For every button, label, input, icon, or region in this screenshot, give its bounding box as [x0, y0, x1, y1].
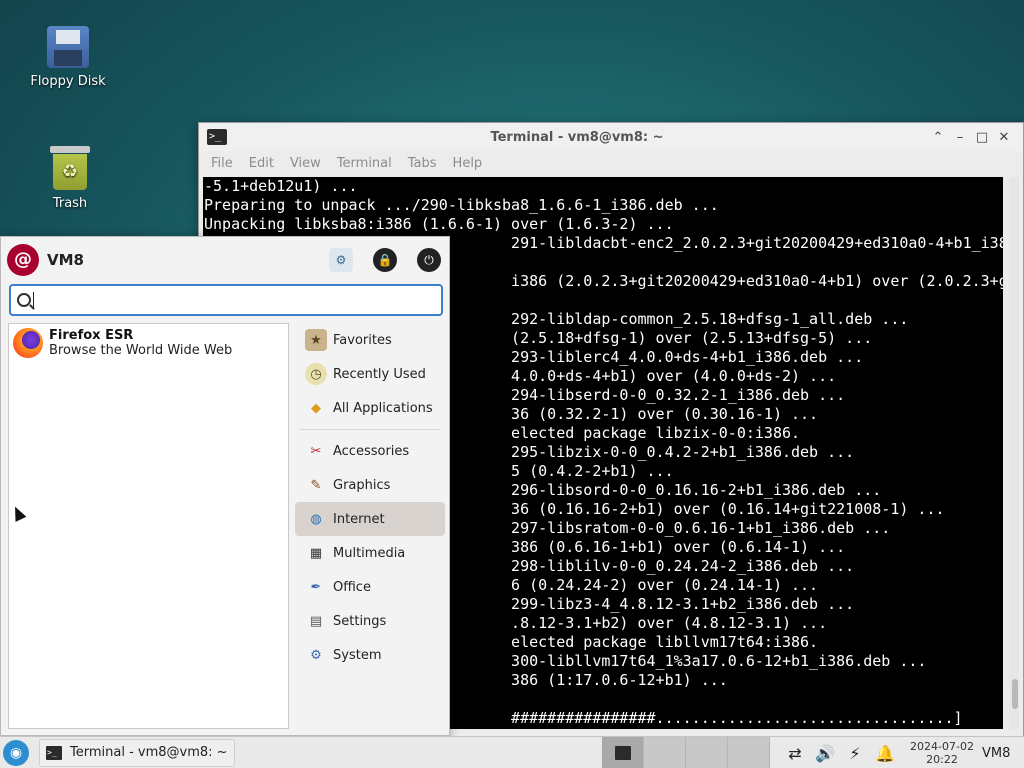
volume-icon[interactable]: 🔊 — [810, 744, 840, 763]
category-internet[interactable]: ◍ Internet — [295, 502, 445, 536]
accessories-icon: ✂ — [310, 443, 322, 459]
category-graphics[interactable]: ✎ Graphics — [295, 468, 445, 502]
category-all-applications[interactable]: ◆ All Applications — [295, 391, 445, 425]
text-caret — [33, 292, 34, 308]
application-menu: @ VM8 ⚙ 🔒 ⏻ Firefox ESR Browse the World… — [0, 236, 450, 736]
terminal-app-icon: >_ — [207, 129, 227, 145]
category-office[interactable]: ✒ Office — [295, 570, 445, 604]
internet-icon: ◍ — [310, 511, 322, 527]
settings-icon: ▤ — [309, 613, 323, 629]
category-label: Internet — [333, 511, 385, 527]
workspace-3[interactable] — [686, 737, 728, 768]
category-label: Graphics — [333, 477, 391, 493]
app-name: Firefox ESR — [49, 328, 134, 343]
close-button[interactable]: ✕ — [993, 130, 1015, 145]
workspace-4[interactable] — [728, 737, 770, 768]
system-tray: ⇄ 🔊 ⚡ 🔔 2024-07-02 20:22 VM8 — [780, 737, 1010, 768]
search-icon — [17, 293, 31, 307]
results-list: Firefox ESR Browse the World Wide Web — [8, 323, 289, 729]
category-label: Office — [333, 579, 371, 595]
category-recently-used[interactable]: ◷ Recently Used — [295, 357, 445, 391]
desktop-icon-floppy-disk[interactable]: Floppy Disk — [18, 26, 118, 89]
settings-manager-icon[interactable]: ⚙ — [329, 248, 353, 272]
taskbar-window-button[interactable]: >_ Terminal - vm8@vm8: ~ — [39, 738, 235, 767]
username: VM8 — [47, 251, 84, 269]
category-label: Favorites — [333, 332, 392, 348]
app-description: Browse the World Wide Web — [49, 343, 233, 358]
graphics-icon: ✎ — [310, 477, 322, 493]
office-icon: ✒ — [310, 579, 322, 595]
multimedia-icon: ▦ — [309, 545, 323, 561]
category-system[interactable]: ⚙ System — [295, 638, 445, 672]
log-out-icon[interactable]: ⏻ — [417, 248, 441, 272]
maximize-button[interactable]: □ — [971, 130, 993, 145]
desktop-icon-label: Floppy Disk — [30, 74, 106, 89]
category-list: ★ Favorites ◷ Recently Used ◆ All Applic… — [295, 323, 445, 672]
category-label: System — [333, 647, 382, 663]
menu-tabs[interactable]: Tabs — [400, 156, 445, 171]
search-input[interactable] — [44, 292, 424, 308]
category-label: Multimedia — [333, 545, 406, 561]
favorites-icon: ★ — [305, 329, 327, 351]
category-accessories[interactable]: ✂ Accessories — [295, 434, 445, 468]
category-label: Accessories — [333, 443, 410, 459]
network-icon[interactable]: ⇄ — [780, 744, 810, 763]
all-applications-icon: ◆ — [311, 400, 321, 416]
system-icon: ⚙ — [310, 647, 322, 663]
firefox-icon — [13, 328, 43, 358]
list-item[interactable]: Firefox ESR Browse the World Wide Web — [9, 324, 288, 362]
menu-terminal[interactable]: Terminal — [329, 156, 400, 171]
category-label: Settings — [333, 613, 387, 629]
lock-screen-icon[interactable]: 🔒 — [373, 248, 397, 272]
minimize-button[interactable]: – — [949, 130, 971, 145]
menu-view[interactable]: View — [282, 156, 329, 171]
terminal-line: -5.1+deb12u1) ... — [204, 177, 358, 195]
desktop-icon-label: Trash — [52, 196, 88, 211]
category-settings[interactable]: ▤ Settings — [295, 604, 445, 638]
notifications-icon[interactable]: 🔔 — [870, 744, 900, 763]
clock-time: 20:22 — [926, 753, 958, 766]
menu-help[interactable]: Help — [445, 156, 491, 171]
trash-icon: ♻ — [50, 146, 90, 190]
workspace-switcher — [602, 737, 770, 768]
taskbar: ◉ >_ Terminal - vm8@vm8: ~ ⇄ 🔊 ⚡ 🔔 2024-… — [0, 736, 1024, 768]
workspace-2[interactable] — [644, 737, 686, 768]
task-label: Terminal - vm8@vm8: ~ — [70, 745, 228, 760]
window-title: Terminal - vm8@vm8: ~ — [490, 129, 664, 145]
menu-file[interactable]: File — [203, 156, 241, 171]
clock[interactable]: 2024-07-02 20:22 — [908, 740, 976, 766]
floppy-disk-icon — [47, 26, 89, 68]
window-titlebar[interactable]: >_ Terminal - vm8@vm8: ~ ⌃ – □ ✕ — [199, 123, 1023, 151]
category-multimedia[interactable]: ▦ Multimedia — [295, 536, 445, 570]
battery-icon[interactable]: ⚡ — [840, 744, 870, 763]
search-field[interactable] — [9, 284, 443, 316]
workspace-1[interactable] — [602, 737, 644, 768]
separator — [299, 429, 441, 430]
category-label: Recently Used — [333, 366, 426, 382]
terminal-line: Unpacking libksba8:i386 (1.6.6-1) over (… — [204, 215, 674, 233]
category-label: All Applications — [333, 400, 433, 416]
clock-icon: ◷ — [305, 363, 327, 385]
category-favorites[interactable]: ★ Favorites — [295, 323, 445, 357]
scrollbar-thumb[interactable] — [1012, 679, 1018, 709]
whisker-menu-button[interactable]: ◉ — [3, 739, 29, 766]
desktop-icon-trash[interactable]: ♻ Trash — [20, 146, 120, 211]
menu-edit[interactable]: Edit — [241, 156, 282, 171]
terminal-app-icon: >_ — [46, 745, 62, 760]
hostname-label: VM8 — [982, 745, 1011, 761]
terminal-menubar: File Edit View Terminal Tabs Help — [199, 151, 1023, 175]
user-avatar-icon: @ — [7, 244, 39, 276]
shade-button[interactable]: ⌃ — [927, 130, 949, 145]
terminal-line: Preparing to unpack .../290-libksba8_1.6… — [204, 196, 719, 214]
menu-header: @ VM8 ⚙ 🔒 ⏻ — [7, 243, 441, 277]
terminal-scrollbar[interactable] — [1009, 177, 1019, 729]
clock-date: 2024-07-02 — [910, 740, 974, 753]
